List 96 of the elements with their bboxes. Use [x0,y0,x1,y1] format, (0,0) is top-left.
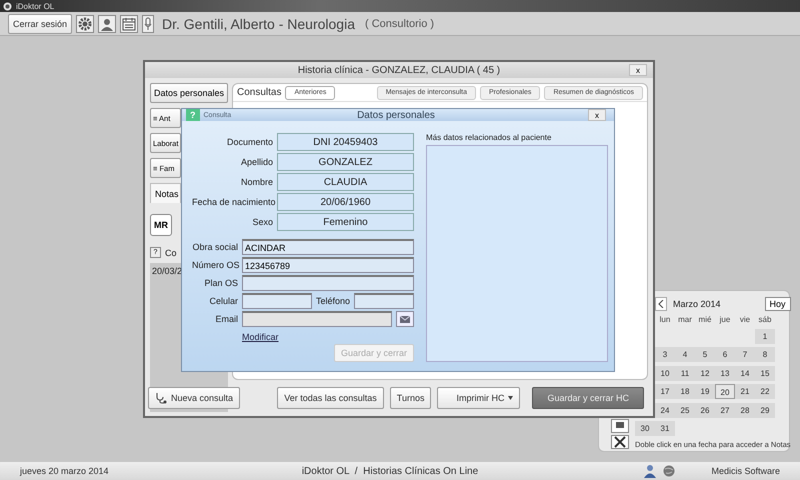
field-label: Celular [208,296,238,306]
day-cell[interactable]: 27 [715,402,735,418]
value-field: DNI 20459403 [277,133,414,151]
day-cell[interactable]: 10 [655,366,675,381]
field-label: Obra social [192,242,238,252]
action-button[interactable]: Ver todas las consultas [277,387,384,409]
field-label: Sexo [251,217,273,227]
action-button[interactable]: Turnos [390,387,432,409]
today-button[interactable]: Hoy [764,297,791,311]
field-label: Nombre [240,177,273,187]
status-date: jueves 20 marzo 2014 [20,466,110,476]
field-label: Número OS [192,260,238,270]
value-field: 20/06/1960 [277,193,414,211]
section-button[interactable]: Datos personales [150,83,228,103]
field-label: Plan OS [203,278,238,288]
input-field[interactable] [242,311,392,327]
field-label: Documento [226,137,273,147]
weekday-label: mar [677,314,693,326]
day-cell[interactable]: 12 [695,366,715,381]
day-cell[interactable]: 26 [695,402,715,418]
previous-month-button[interactable] [655,297,667,311]
weekday-label: lun [658,314,672,326]
day-cell[interactable]: 17 [655,384,675,400]
dialog-title: Datos personales [357,110,435,120]
close-button[interactable]: x [629,64,647,76]
consult-date[interactable]: 20/03/2 [152,266,182,276]
input-field[interactable] [354,293,414,309]
day-cell[interactable]: 1 [755,328,775,344]
chevron-left-icon [658,300,664,308]
day-cell[interactable]: 28 [735,402,755,418]
weekday-label: vie [738,314,752,326]
weekday-label: jue [718,314,732,326]
day-cell[interactable]: 29 [755,402,775,418]
day-cell[interactable]: 31 [655,421,675,436]
day-cell[interactable]: 19 [695,384,715,400]
microphone-icon[interactable] [142,14,154,32]
day-cell[interactable]: 14 [735,366,755,381]
value-field: Femenino [277,213,414,231]
value-field: CLAUDIA [277,173,414,191]
caret-icon [508,396,514,400]
value-field: GONZALEZ [277,153,414,171]
day-cell[interactable]: 11 [675,366,695,381]
field-label: Fecha de nacimiento [192,197,273,207]
tools-icon[interactable] [611,435,629,449]
month-title: Marzo 2014 [673,299,722,309]
day-cell[interactable]: 22 [755,384,775,400]
office-label: ( Consultorio ) [364,18,434,30]
modify-link[interactable]: Modificar [242,332,279,342]
day-cell[interactable]: 18 [675,384,695,400]
notes-label: Más datos relacionados al paciente [426,133,552,142]
field-label: Email [214,314,238,324]
envelope-icon [400,316,410,322]
doctor-name: Dr. Gentili, Alberto - Neurologia [162,16,355,32]
app-title: iDoktor OL [16,2,54,10]
print-dropdown[interactable]: Imprimir HC [437,387,520,409]
consult-label: Co [165,248,177,258]
close-button[interactable]: x [588,109,606,121]
users-icon[interactable] [643,464,658,478]
mr-button[interactable]: MR [150,214,172,236]
day-cell[interactable]: 25 [675,402,695,418]
globe-icon[interactable] [663,465,676,477]
day-cell[interactable]: 30 [635,421,655,436]
notes-field[interactable] [426,145,608,362]
day-cell[interactable]: 7 [735,347,755,362]
day-cell[interactable]: 24 [655,402,675,418]
input-field[interactable]: ACINDAR [242,239,414,255]
day-cell[interactable]: 15 [755,366,775,381]
vendor-name: Medicis Software [711,466,780,476]
input-field[interactable] [242,293,312,309]
new-consult-button[interactable]: Nueva consulta [148,387,240,409]
input-field[interactable]: 123456789 [242,257,414,273]
product-name: iDoktor OL / Historias Clínicas On Line [300,466,480,476]
day-cell[interactable]: 21 [735,384,755,400]
day-cell[interactable]: 3 [655,347,675,362]
mail-button[interactable] [396,311,414,327]
user-icon[interactable] [98,14,116,32]
day-cell[interactable]: 4 [675,347,695,362]
input-field[interactable] [242,275,414,291]
day-cell[interactable]: 13 [715,366,735,381]
save-close-button[interactable]: Guardar y cerrar HC [532,387,644,409]
weekday-label: mié [698,314,712,326]
section-title: Consultas [237,87,282,98]
notes-tab[interactable]: Notas [150,183,181,203]
day-cell[interactable]: 5 [695,347,715,362]
weekday-label: sáb [758,314,772,326]
field-label: Teléfono [316,296,350,306]
stethoscope-icon [155,392,167,404]
day-cell[interactable]: 6 [715,347,735,362]
field-label: Apellido [240,157,273,167]
day-cell[interactable]: 20 [715,384,735,400]
window-title: Historia clínica - GONZALEZ, CLAUDIA ( 45 ) [298,64,500,76]
settings-icon[interactable] [76,14,94,32]
logout-button[interactable]: Cerrar sesión [8,14,72,34]
day-cell[interactable]: 8 [755,347,775,362]
calendar-icon[interactable] [120,14,138,32]
monitor-icon[interactable] [611,419,629,433]
